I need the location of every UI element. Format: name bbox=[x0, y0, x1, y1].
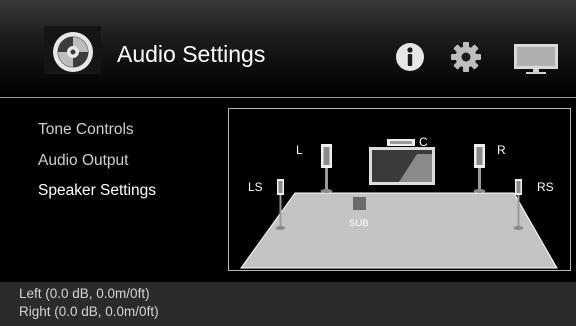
menu-item-tone-controls[interactable]: Tone Controls bbox=[38, 120, 156, 151]
subwoofer-label: SUB bbox=[349, 218, 369, 229]
page-title: Audio Settings bbox=[117, 41, 266, 67]
status-left-channel: Left (0.0 dB, 0.0m/0ft) bbox=[19, 286, 150, 301]
surround-right-speaker-label: RS bbox=[537, 180, 554, 194]
front-left-speaker[interactable] bbox=[320, 144, 333, 193]
audio-disc-icon bbox=[53, 32, 93, 72]
status-bar: Left (0.0 dB, 0.0m/0ft) Right (0.0 dB, 0… bbox=[0, 282, 576, 326]
gear-icon[interactable] bbox=[450, 41, 482, 73]
center-speaker-label: C bbox=[419, 135, 428, 149]
surround-left-speaker-label: LS bbox=[248, 180, 263, 194]
info-icon[interactable] bbox=[395, 42, 425, 72]
header-divider bbox=[0, 97, 576, 98]
speaker-layout-panel: C L R LS RS SUB bbox=[228, 108, 571, 271]
front-right-speaker[interactable] bbox=[473, 144, 486, 193]
front-right-speaker-label: R bbox=[497, 143, 506, 157]
center-speaker[interactable] bbox=[387, 139, 415, 146]
menu-item-audio-output[interactable]: Audio Output bbox=[38, 151, 156, 182]
subwoofer-speaker[interactable] bbox=[353, 197, 366, 210]
display-icon[interactable] bbox=[513, 43, 559, 75]
front-left-speaker-label: L bbox=[296, 143, 303, 157]
status-right-channel: Right (0.0 dB, 0.0m/0ft) bbox=[19, 304, 159, 319]
room-floor bbox=[240, 192, 558, 269]
settings-menu: Tone Controls Audio Output Speaker Setti… bbox=[38, 120, 156, 212]
tv-screen bbox=[369, 147, 435, 185]
menu-item-speaker-settings[interactable]: Speaker Settings bbox=[38, 181, 156, 212]
